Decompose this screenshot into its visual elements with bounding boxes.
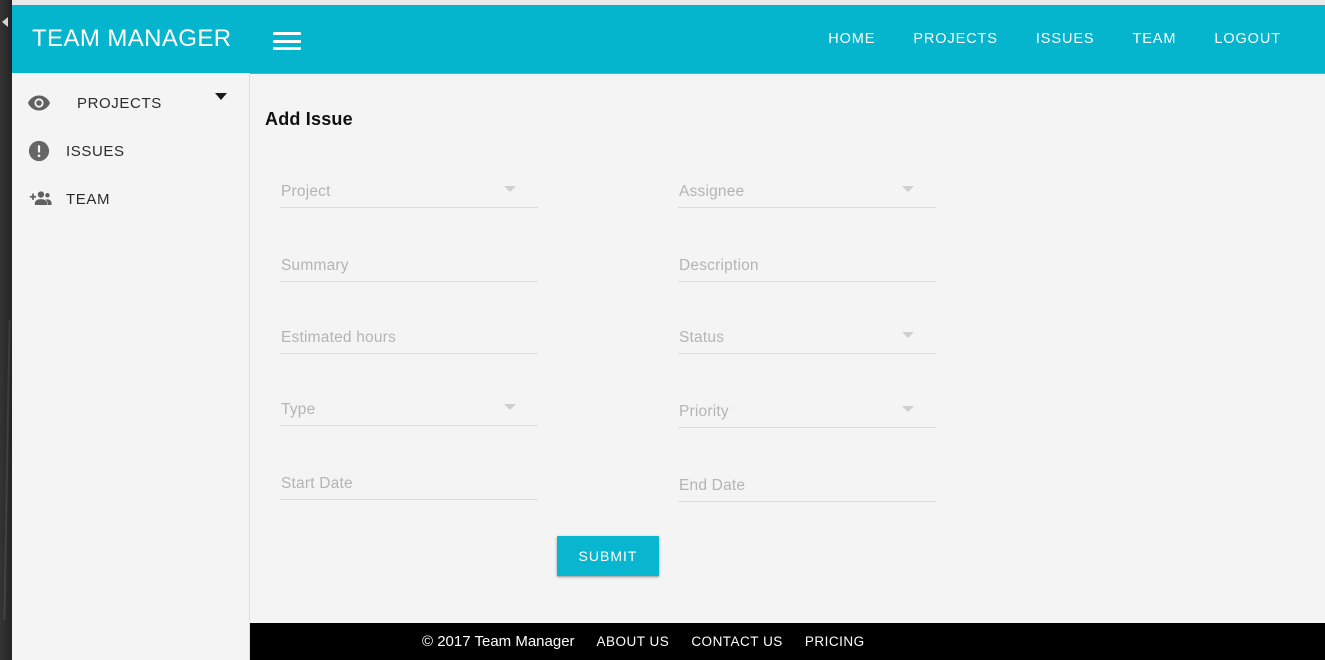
field-underline [280,281,538,282]
field-underline [280,425,538,426]
brand-title: TEAM MANAGER [32,25,232,52]
field-underline [678,207,936,208]
status-select[interactable]: Status [678,324,936,354]
footer-inner: © 2017 Team Manager ABOUT US CONTACT US … [250,633,865,650]
footer-copyright: © 2017 Team Manager [422,633,575,650]
left-collapse-rail[interactable] [0,0,12,660]
summary-input[interactable]: Summary [280,252,538,282]
hamburger-bar [273,47,301,50]
footer-link-pricing[interactable]: PRICING [783,634,865,649]
sidebar-item-projects[interactable]: PROJECTS [12,79,249,127]
description-placeholder: Description [679,257,759,274]
footer-link-about-us[interactable]: ABOUT US [575,634,670,649]
main-content: Add Issue Project Summary Estimated hour… [250,73,1325,623]
page-title: Add Issue [265,109,353,129]
nav-link-issues[interactable]: ISSUES [1017,31,1114,47]
submit-row: SUBMIT [250,536,966,576]
nav-link-team[interactable]: TEAM [1113,31,1195,47]
nav-link-logout[interactable]: LOGOUT [1195,31,1300,47]
brand-block: TEAM MANAGER [12,5,250,73]
footer-link-contact-us[interactable]: CONTACT US [669,634,783,649]
type-select[interactable]: Type [280,396,538,426]
field-underline [280,353,538,354]
nav-link-home[interactable]: HOME [809,31,894,47]
sidebar-item-label: TEAM [66,190,111,208]
field-underline [678,501,936,502]
end-date-input[interactable]: End Date [678,472,936,502]
summary-placeholder: Summary [281,257,349,274]
assignee-select[interactable]: Assignee [678,178,936,208]
hamburger-bar [273,32,301,35]
sidebar-item-issues[interactable]: ISSUES [12,127,249,175]
priority-placeholder: Priority [679,403,729,420]
end-date-placeholder: End Date [679,477,746,494]
project-select[interactable]: Project [280,178,538,208]
priority-select[interactable]: Priority [678,398,936,428]
field-underline [678,353,936,354]
collapse-arrow-icon[interactable] [2,17,8,27]
rail-seam [3,320,11,620]
field-underline [678,427,936,428]
sidebar-item-label: ISSUES [66,142,125,160]
estimated-hours-placeholder: Estimated hours [281,329,396,346]
hamburger-bar [273,39,301,43]
chevron-down-icon [902,186,914,192]
assignee-placeholder: Assignee [679,183,745,200]
sidebar-item-team[interactable]: TEAM [12,175,249,223]
chevron-down-icon [504,186,516,192]
field-underline [280,207,538,208]
error-circle-icon [12,140,66,162]
chevron-down-icon [902,332,914,338]
app-root: TEAM MANAGER HOME PROJECTS ISSUES TEAM L… [0,0,1325,660]
project-placeholder: Project [281,183,331,200]
sidebar: PROJECTS ISSUES TEAM [12,73,250,660]
chevron-down-icon[interactable] [215,93,227,100]
eye-icon [12,91,66,115]
hamburger-icon[interactable] [273,32,301,50]
description-input[interactable]: Description [678,252,936,282]
sidebar-item-label: PROJECTS [77,94,162,112]
nav-links: HOME PROJECTS ISSUES TEAM LOGOUT [809,5,1325,73]
footer: © 2017 Team Manager ABOUT US CONTACT US … [250,623,1325,660]
type-placeholder: Type [281,401,316,418]
submit-button[interactable]: SUBMIT [556,536,660,576]
nav-link-projects[interactable]: PROJECTS [894,31,1017,47]
start-date-placeholder: Start Date [281,475,353,492]
field-underline [280,499,538,500]
group-add-icon [12,188,66,210]
status-placeholder: Status [679,329,725,346]
start-date-input[interactable]: Start Date [280,470,538,500]
chevron-down-icon [902,406,914,412]
top-navbar: HOME PROJECTS ISSUES TEAM LOGOUT [250,5,1325,73]
chevron-down-icon [504,404,516,410]
field-underline [678,281,936,282]
estimated-hours-input[interactable]: Estimated hours [280,324,538,354]
